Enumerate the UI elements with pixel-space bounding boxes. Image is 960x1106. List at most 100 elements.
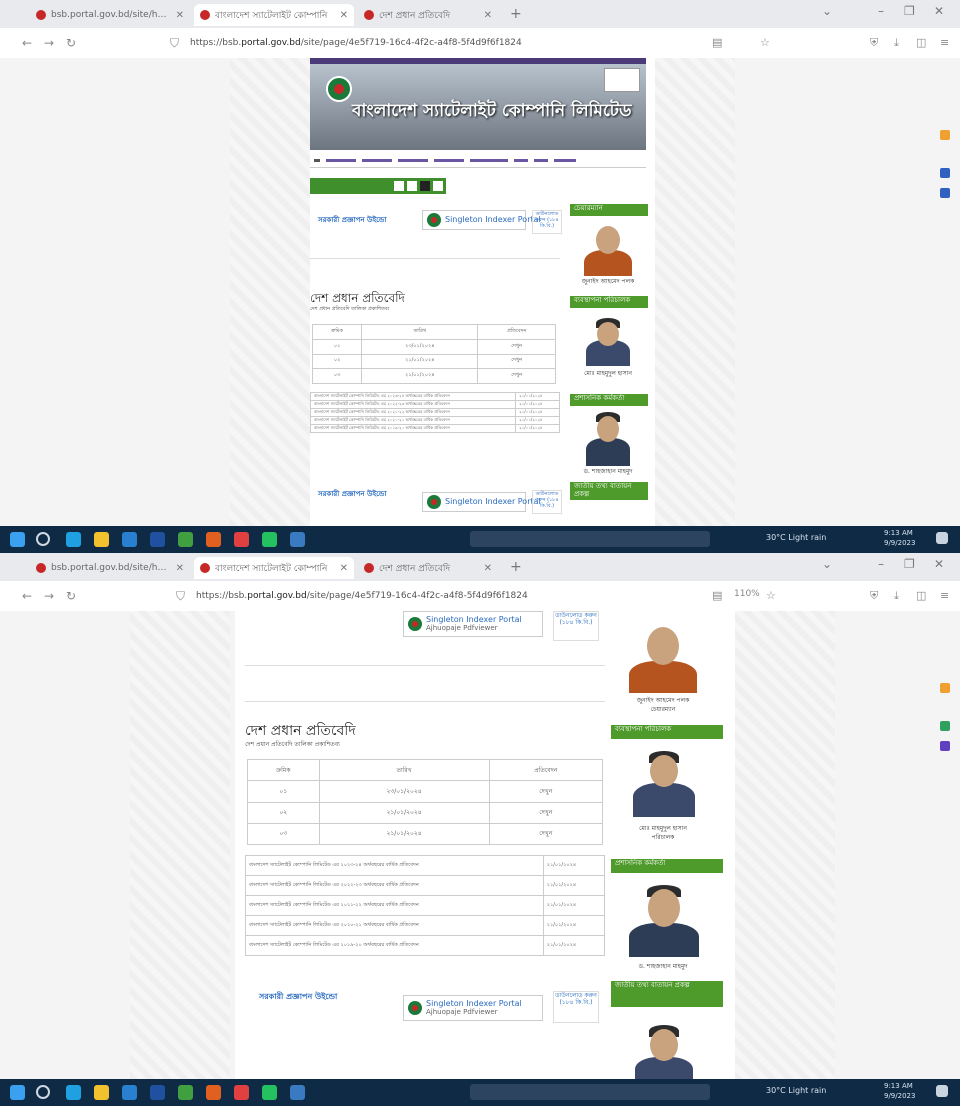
report-title[interactable]: বাংলাদেশ স্যাটেলাইট কোম্পানি লিমিটেড এর … [245, 915, 544, 936]
notice-link[interactable]: সরকারী প্রজ্ঞাপন উইন্ডো [259, 991, 337, 1004]
notice-link[interactable]: সরকারী প্রজ্ঞাপন উইন্ডো [318, 488, 387, 500]
clock-date[interactable]: 9/9/2023 [884, 539, 915, 547]
table-link[interactable]: দেখুন [477, 338, 556, 355]
close-icon[interactable]: ✕ [934, 4, 944, 18]
download-icon[interactable]: ⤓ [894, 589, 899, 603]
minimize-icon[interactable]: – [878, 4, 884, 18]
mail-icon[interactable] [150, 1085, 165, 1100]
tab-2[interactable]: বাংলাদেশ স্যাটেলাইট কোম্পানি ✕ [194, 557, 354, 579]
taskbar-search-box[interactable] [470, 531, 710, 547]
mail-icon[interactable] [150, 532, 165, 547]
minimize-icon[interactable]: – [878, 557, 884, 571]
tab-close-icon[interactable]: ✕ [484, 10, 492, 21]
tab-close-icon[interactable]: ✕ [340, 563, 348, 574]
list-item[interactable]: বাংলাদেশ স্যাটেলাইট কোম্পানি লিমিটেড এর … [245, 875, 606, 896]
list-item[interactable]: বাংলাদেশ স্যাটেলাইট কোম্পানি লিমিটেড এর … [310, 408, 560, 417]
notification-icon[interactable] [936, 532, 948, 544]
firefox-icon[interactable] [234, 532, 249, 547]
maximize-icon[interactable]: ❐ [904, 4, 915, 18]
extensions-icon[interactable]: ◫ [916, 589, 926, 602]
report-title[interactable]: বাংলাদেশ স্যাটেলাইট কোম্পানি লিমিটেড এর … [245, 895, 544, 916]
chrome-icon[interactable] [206, 1085, 221, 1100]
shield-icon[interactable]: ⛨ [870, 36, 878, 50]
clock-date[interactable]: 9/9/2023 [884, 1092, 915, 1100]
app-icon[interactable] [178, 532, 193, 547]
new-tab-button[interactable]: + [510, 559, 522, 575]
whatsapp-icon[interactable] [262, 532, 277, 547]
pdf-viewer-chip[interactable]: Singleton Indexer Portal Ajhuopaje Pdfvie… [403, 611, 543, 637]
extension-icon[interactable] [940, 721, 950, 731]
reload-icon[interactable]: ↻ [66, 589, 76, 603]
tab-close-icon[interactable]: ✕ [176, 10, 184, 21]
app-icon[interactable] [178, 1085, 193, 1100]
url-field[interactable]: https://bsb.portal.gov.bd/site/page/4e5f… [190, 34, 570, 52]
font-size-button[interactable] [394, 181, 404, 191]
store-icon[interactable] [122, 532, 137, 547]
menu-item[interactable] [554, 159, 576, 162]
menu-item[interactable] [326, 159, 356, 162]
reload-icon[interactable]: ↻ [66, 36, 76, 50]
menu-item[interactable] [514, 159, 528, 162]
store-icon[interactable] [122, 1085, 137, 1100]
maximize-icon[interactable]: ❐ [904, 557, 915, 571]
extension-icon[interactable] [940, 168, 950, 178]
menu-item[interactable] [534, 159, 548, 162]
zoom-indicator[interactable]: 110% [734, 589, 760, 599]
report-title[interactable]: বাংলাদেশ স্যাটেলাইট কোম্পানি লিমিটেড এর … [310, 400, 517, 409]
tab-1[interactable]: bsb.portal.gov.bd/site/home ✕ [30, 557, 190, 579]
reader-icon[interactable]: ▤ [712, 36, 722, 49]
reader-icon[interactable]: ▤ [712, 589, 722, 602]
notice-link[interactable]: সরকারী প্রজ্ঞাপন উইন্ডো [318, 214, 387, 226]
menu-item[interactable] [362, 159, 392, 162]
report-title[interactable]: বাংলাদেশ স্যাটেলাইট কোম্পানি লিমিটেড এর … [245, 935, 544, 956]
pdf-viewer-chip[interactable]: Singleton Indexer Portal [422, 492, 541, 512]
menu-item[interactable] [434, 159, 464, 162]
taskbar-search-box[interactable] [470, 1084, 710, 1100]
windows-start-icon[interactable] [10, 532, 25, 547]
tab-3[interactable]: দেশ প্রধান প্রতিবেদি ✕ [358, 4, 498, 26]
pdf-viewer-chip[interactable]: Singleton Indexer Portal Ajhuopaje Pdfvie… [403, 995, 543, 1021]
list-item[interactable]: বাংলাদেশ স্যাটেলাইট কোম্পানি লিমিটেড এর … [245, 935, 606, 956]
whatsapp-icon[interactable] [262, 1085, 277, 1100]
report-title[interactable]: বাংলাদেশ স্যাটেলাইট কোম্পানি লিমিটেড এর … [310, 392, 517, 401]
table-link[interactable]: দেখুন [477, 353, 556, 370]
download-button[interactable]: ডাউনলোড করুন (১৮৪ কি.বি.) [553, 991, 599, 1023]
tab-close-icon[interactable]: ✕ [176, 563, 184, 574]
shield-icon[interactable]: ⛉ [176, 589, 185, 604]
list-item[interactable]: বাংলাদেশ স্যাটেলাইট কোম্পানি লিমিটেড এর … [310, 400, 560, 409]
search-icon[interactable] [36, 1085, 50, 1099]
download-button[interactable]: ডাউনলোড করুন (১৮৪ কি.বি.) [553, 611, 599, 641]
file-explorer-icon[interactable] [94, 1085, 109, 1100]
shield-icon[interactable]: ⛨ [870, 589, 878, 603]
close-icon[interactable]: ✕ [934, 557, 944, 571]
forward-icon[interactable]: → [44, 589, 54, 603]
report-title[interactable]: বাংলাদেশ স্যাটেলাইট কোম্পানি লিমিটেড এর … [245, 875, 544, 896]
shield-icon[interactable]: ⛉ [170, 36, 179, 51]
tab-3[interactable]: দেশ প্রধান প্রতিবেদি ✕ [358, 557, 498, 579]
tab-2[interactable]: বাংলাদেশ স্যাটেলাইট কোম্পানি ✕ [194, 4, 354, 26]
app-icon[interactable] [290, 1085, 305, 1100]
menu-icon[interactable]: ≡ [940, 36, 949, 49]
tab-close-icon[interactable]: ✕ [484, 563, 492, 574]
weather-widget[interactable]: 30°C Light rain [766, 1086, 826, 1095]
table-link[interactable]: দেখুন [477, 368, 556, 384]
list-item[interactable]: বাংলাদেশ স্যাটেলাইট কোম্পানি লিমিটেড এর … [245, 915, 606, 936]
forward-icon[interactable]: → [44, 36, 54, 50]
app-icon[interactable] [290, 532, 305, 547]
edge-icon[interactable] [66, 1085, 81, 1100]
list-item[interactable]: বাংলাদেশ স্যাটেলাইট কোম্পানি লিমিটেড এর … [310, 416, 560, 425]
contrast-button[interactable] [433, 181, 443, 191]
menu-item[interactable] [398, 159, 428, 162]
clock-time[interactable]: 9:13 AM [884, 529, 913, 537]
list-item[interactable]: বাংলাদেশ স্যাটেলাইট কোম্পানি লিমিটেড এর … [310, 392, 560, 401]
font-size-button[interactable] [407, 181, 417, 191]
extensions-icon[interactable]: ◫ [916, 36, 926, 49]
home-icon[interactable] [314, 159, 320, 162]
weather-widget[interactable]: 30°C Light rain [766, 533, 826, 542]
extension-icon[interactable] [940, 188, 950, 198]
windows-start-icon[interactable] [10, 1085, 25, 1100]
menu-icon[interactable]: ≡ [940, 589, 949, 602]
table-link[interactable]: দেখুন [488, 801, 604, 824]
back-icon[interactable]: ← [22, 36, 32, 50]
table-link[interactable]: দেখুন [488, 822, 604, 846]
